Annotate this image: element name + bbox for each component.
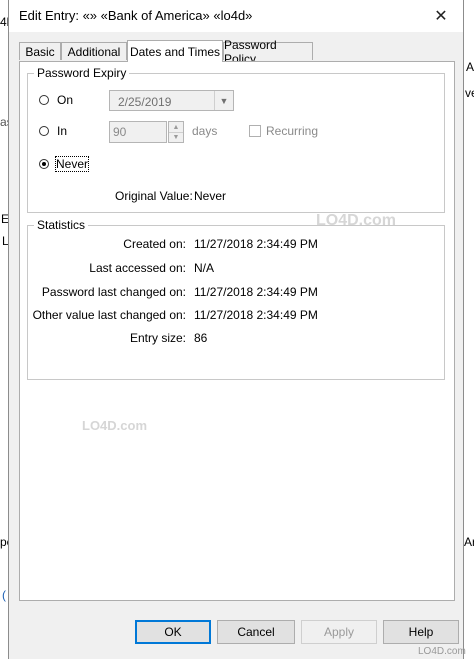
password-expiry-title: Password Expiry: [34, 66, 130, 80]
close-button[interactable]: ✕: [419, 0, 463, 32]
recurring-checkbox[interactable]: [249, 125, 261, 137]
tab-additional[interactable]: Additional: [61, 42, 127, 60]
title-bar: Edit Entry: «» «Bank of America» «lo4d» …: [9, 0, 463, 32]
chevron-down-icon: ▼: [214, 91, 233, 110]
close-icon: ✕: [434, 8, 448, 25]
created-on-label: Created on:: [123, 237, 186, 251]
password-changed-value: 11/27/2018 2:34:49 PM: [194, 285, 318, 299]
last-accessed-value: N/A: [194, 261, 215, 275]
last-accessed-label: Last accessed on:: [89, 261, 186, 275]
statistics-labels: Created on: Last accessed on: Password l…: [28, 226, 186, 379]
password-expiry-group: Password Expiry On 2/25/2019 ▼ In 90 ▲ ▼…: [27, 66, 445, 213]
other-value-changed-label: Other value last changed on:: [32, 308, 186, 322]
recurring-label[interactable]: Recurring: [266, 124, 318, 138]
expiry-date-picker[interactable]: 2/25/2019 ▼: [109, 90, 234, 111]
edit-entry-dialog: Edit Entry: «» «Bank of America» «lo4d» …: [8, 0, 464, 659]
entry-size-label: Entry size:: [129, 331, 186, 345]
tab-dates-and-times[interactable]: Dates and Times: [127, 40, 223, 62]
password-changed-label: Password last changed on:: [41, 285, 186, 299]
radio-on-label[interactable]: On: [57, 93, 73, 107]
days-value: 90: [113, 125, 127, 139]
watermark: LO4D.com: [82, 418, 148, 433]
background-fragment: ve: [465, 86, 474, 100]
original-value: Never: [194, 189, 227, 203]
days-input[interactable]: 90: [109, 121, 167, 143]
radio-in-label[interactable]: In: [57, 124, 67, 138]
created-on-value: 11/27/2018 2:34:49 PM: [194, 237, 318, 251]
expiry-date-value: 2/25/2019: [118, 95, 172, 109]
days-spinner[interactable]: ▲ ▼: [168, 121, 184, 143]
bottom-watermark: LO4D.com: [418, 646, 466, 657]
days-label: days: [192, 124, 218, 138]
apply-button[interactable]: Apply: [301, 620, 377, 644]
tab-password-policy[interactable]: Password Policy: [223, 38, 313, 66]
background-fragment: (: [2, 588, 6, 602]
cancel-button[interactable]: Cancel: [217, 620, 295, 644]
tab-basic[interactable]: Basic: [19, 42, 61, 60]
radio-never[interactable]: [39, 159, 49, 169]
chevron-down-icon[interactable]: ▼: [169, 132, 183, 142]
tab-panel: Password Expiry On 2/25/2019 ▼ In 90 ▲ ▼…: [19, 61, 455, 601]
ok-button[interactable]: OK: [135, 620, 211, 644]
dialog-title: Edit Entry: «» «Bank of America» «lo4d»: [19, 8, 253, 23]
original-value-label: Original Value:: [115, 189, 193, 203]
radio-in[interactable]: [39, 126, 49, 136]
radio-never-label[interactable]: Never: [54, 156, 90, 172]
statistics-group: Statistics Created on: Last accessed on:…: [27, 218, 445, 380]
help-button[interactable]: Help: [383, 620, 459, 644]
entry-size-value: 86: [194, 331, 208, 345]
radio-on[interactable]: [39, 95, 49, 105]
background-fragment: Ar: [464, 535, 474, 549]
other-value-changed-value: 11/27/2018 2:34:49 PM: [194, 308, 318, 322]
background-fragment: A: [466, 60, 474, 74]
